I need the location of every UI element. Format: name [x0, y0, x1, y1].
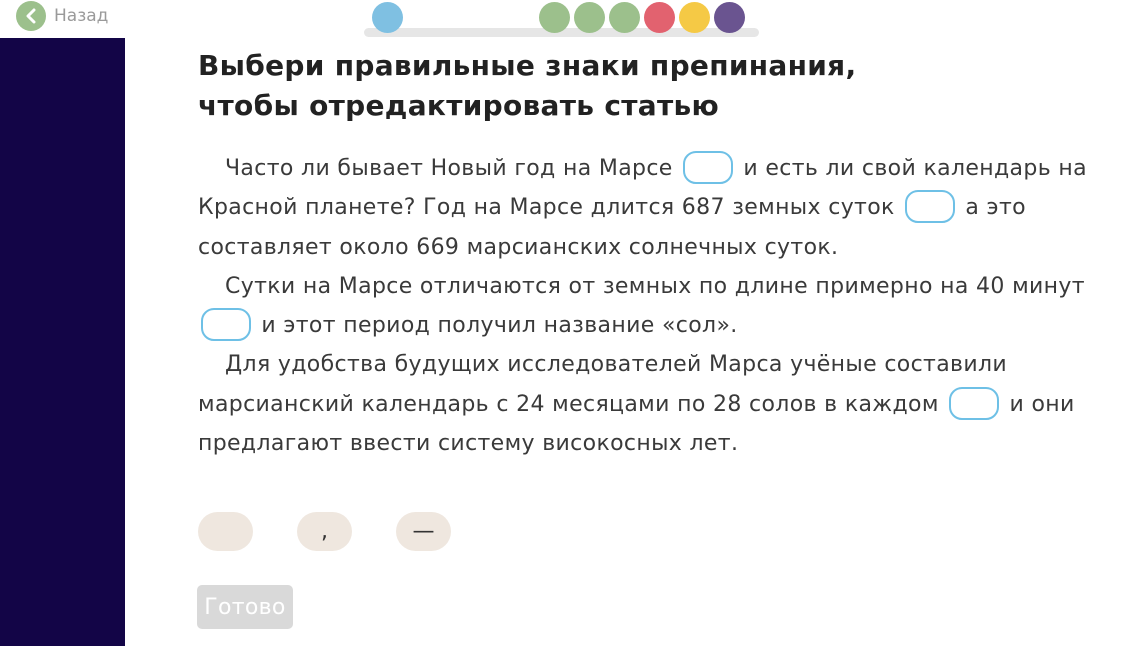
top-bar: Назад [0, 0, 1122, 38]
progress-step [679, 2, 710, 33]
article-paragraph: Сутки на Марсе отличаются от земных по д… [198, 267, 1098, 346]
text-fragment: Часто ли бывает Новый год на Марсе [225, 156, 673, 181]
progress-step [714, 2, 745, 33]
done-button[interactable]: Готово [197, 585, 293, 629]
progress-step-current [372, 2, 403, 33]
option-comma[interactable]: , [297, 512, 352, 551]
punctuation-gap-1[interactable] [683, 151, 734, 184]
back-button[interactable]: Назад [16, 1, 108, 31]
progress-step [539, 2, 570, 33]
task-title-line-2: чтобы отредактировать статью [198, 89, 720, 122]
text-fragment: Для удобства будущих исследователей Марс… [198, 352, 1008, 417]
task-title: Выбери правильные знаки препинания, чтоб… [198, 46, 1098, 126]
article-paragraph: Часто ли бывает Новый год на Марсе и ест… [198, 149, 1098, 267]
punctuation-gap-2[interactable] [905, 190, 956, 224]
option-dash[interactable]: — [396, 512, 451, 551]
task-area: Выбери правильные знаки препинания, чтоб… [198, 46, 1098, 463]
chevron-left-icon [16, 1, 46, 31]
option-empty[interactable] [198, 512, 253, 551]
punctuation-gap-4[interactable] [949, 386, 1000, 420]
progress-indicator [364, 2, 759, 38]
progress-step [609, 2, 640, 33]
punctuation-options: , — [198, 512, 495, 551]
left-sidebar [0, 38, 125, 646]
punctuation-gap-3[interactable] [201, 308, 251, 342]
task-title-line-1: Выбери правильные знаки препинания, [198, 49, 857, 82]
text-fragment: и этот период получил название «сол». [261, 313, 738, 339]
back-label: Назад [54, 6, 109, 26]
article-paragraph: Для удобства будущих исследователей Марс… [198, 345, 1098, 463]
article-text: Часто ли бывает Новый год на Марсе и ест… [198, 149, 1098, 463]
progress-step [574, 2, 605, 33]
progress-step [644, 2, 675, 33]
text-fragment: Сутки на Марсе отличаются от земных по д… [225, 273, 1085, 299]
